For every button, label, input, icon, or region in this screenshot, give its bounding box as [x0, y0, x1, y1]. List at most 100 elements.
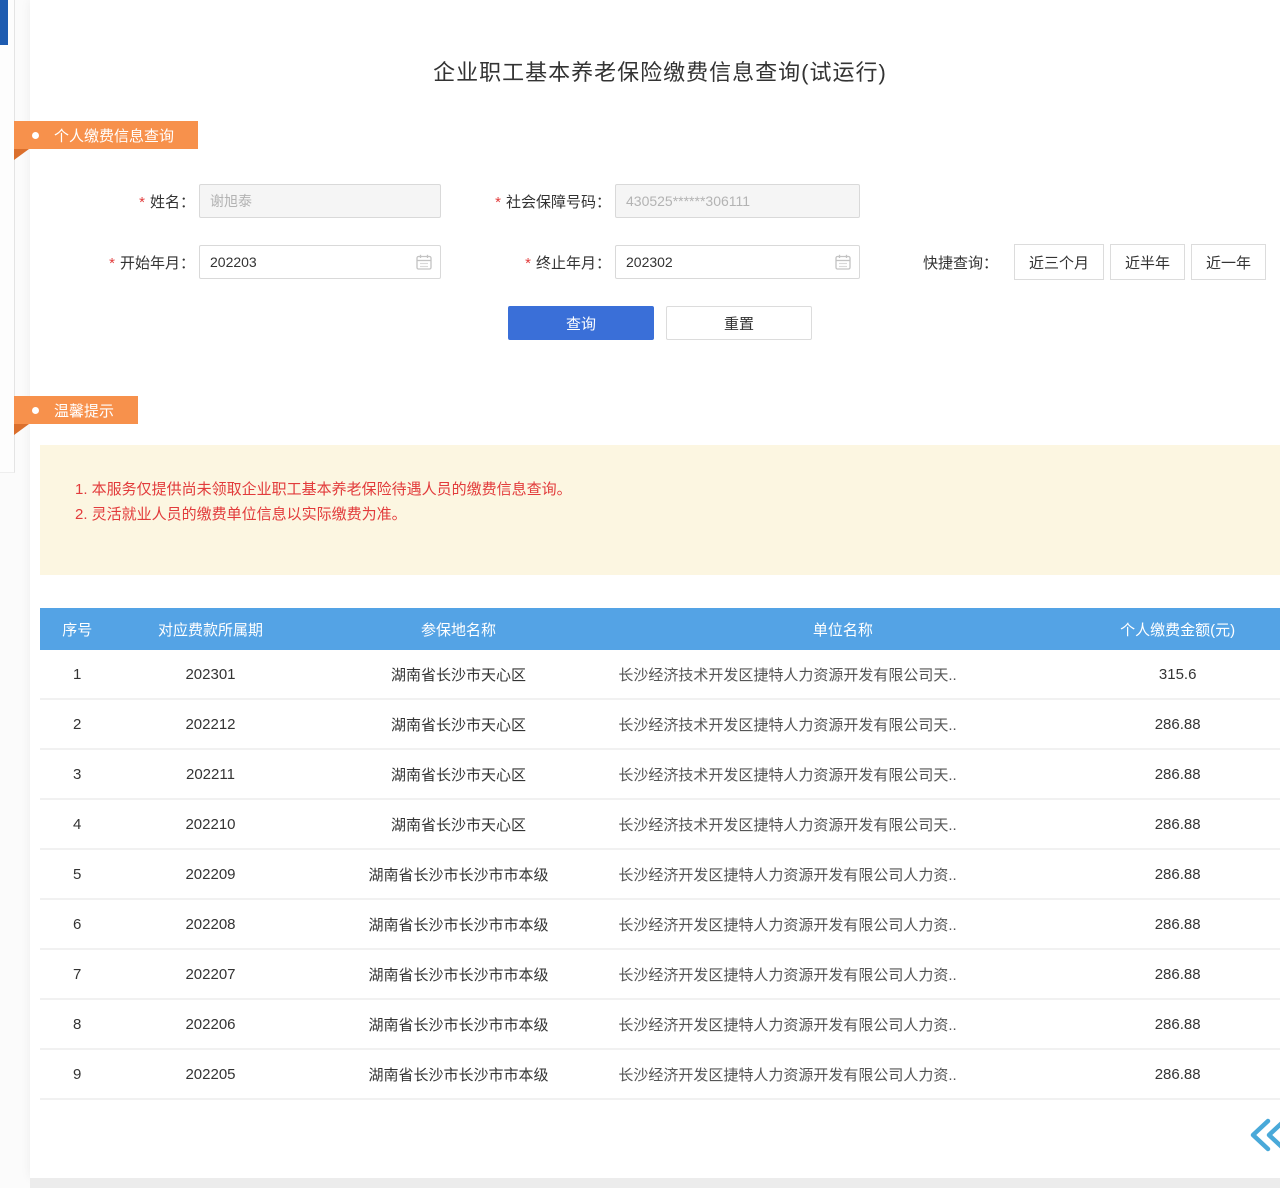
required-asterisk: *	[495, 194, 501, 211]
table-cell: 长沙经济开发区捷特人力资源开发有限公司人力资..	[610, 1014, 1075, 1035]
table-cell: 湖南省长沙市天心区	[307, 814, 611, 835]
ssn-label: *社会保障号码：	[451, 191, 611, 212]
section-title-personal-query: 个人缴费信息查询	[54, 125, 174, 146]
table-cell: 长沙经济开发区捷特人力资源开发有限公司人力资..	[610, 914, 1075, 935]
header-cell: 序号	[40, 619, 114, 640]
table-cell: 7	[40, 966, 114, 983]
tips-box: 1. 本服务仅提供尚未领取企业职工基本养老保险待遇人员的缴费信息查询。2. 灵活…	[40, 445, 1280, 575]
calendar-icon[interactable]	[416, 254, 432, 270]
table-cell: 长沙经济技术开发区捷特人力资源开发有限公司天..	[610, 814, 1075, 835]
table-cell: 湖南省长沙市长沙市市本级	[307, 1014, 611, 1035]
table-row: 4202210湖南省长沙市天心区长沙经济技术开发区捷特人力资源开发有限公司天..…	[40, 800, 1280, 850]
table-cell: 湖南省长沙市天心区	[307, 764, 611, 785]
table-cell: 202207	[114, 966, 306, 983]
quick-query-group: 快捷查询： 近三个月近半年近一年	[923, 244, 1266, 280]
query-form: *姓名： *社会保障号码： *开始年月：	[40, 184, 1280, 340]
section-header-personal-query: 个人缴费信息查询	[14, 121, 198, 149]
quick-query-option-0[interactable]: 近三个月	[1014, 244, 1104, 280]
table-cell: 202211	[114, 766, 306, 783]
tip-line: 2. 灵活就业人员的缴费单位信息以实际缴费为准。	[75, 502, 1260, 527]
section-header-tips: 温馨提示	[14, 396, 138, 424]
table-cell: 长沙经济技术开发区捷特人力资源开发有限公司天..	[610, 764, 1075, 785]
table-cell: 286.88	[1075, 866, 1280, 883]
table-cell: 湖南省长沙市长沙市市本级	[307, 914, 611, 935]
form-row-identity: *姓名： *社会保障号码：	[60, 184, 1280, 218]
table-cell: 202212	[114, 716, 306, 733]
table-cell: 5	[40, 866, 114, 883]
ssn-field: *社会保障号码：	[441, 184, 860, 218]
quick-query-option-2[interactable]: 近一年	[1191, 244, 1266, 280]
end-month-label: *终止年月：	[451, 252, 611, 273]
table-cell: 202210	[114, 816, 306, 833]
table-row: 6202208湖南省长沙市长沙市市本级长沙经济开发区捷特人力资源开发有限公司人力…	[40, 900, 1280, 950]
table-cell: 202206	[114, 1016, 306, 1033]
query-button[interactable]: 查询	[508, 306, 654, 340]
tip-line: 1. 本服务仅提供尚未领取企业职工基本养老保险待遇人员的缴费信息查询。	[75, 477, 1260, 502]
quick-query-label: 快捷查询：	[923, 252, 998, 273]
double-chevron-left-icon[interactable]	[1244, 1116, 1280, 1154]
table-cell: 286.88	[1075, 966, 1280, 983]
table-header-row: 序号对应费款所属期参保地名称单位名称个人缴费金额(元)	[40, 608, 1280, 650]
name-label: *姓名：	[60, 191, 195, 212]
table-cell: 长沙经济技术开发区捷特人力资源开发有限公司天..	[610, 714, 1075, 735]
table-cell: 长沙经济开发区捷特人力资源开发有限公司人力资..	[610, 864, 1075, 885]
bullet-icon	[32, 132, 39, 139]
page-title: 企业职工基本养老保险缴费信息查询(试运行)	[40, 55, 1280, 87]
end-month-input[interactable]	[615, 245, 860, 279]
table-cell: 2	[40, 716, 114, 733]
quick-query-buttons: 近三个月近半年近一年	[1008, 244, 1266, 280]
header-cell: 对应费款所属期	[114, 619, 306, 640]
required-asterisk: *	[139, 194, 145, 211]
header-cell: 个人缴费金额(元)	[1075, 619, 1280, 640]
table-cell: 湖南省长沙市长沙市市本级	[307, 1064, 611, 1085]
table-cell: 202301	[114, 666, 306, 683]
end-month-field: *终止年月：	[441, 245, 860, 279]
left-rail	[0, 0, 15, 473]
blue-accent-bar	[0, 0, 8, 45]
table-cell: 315.6	[1075, 666, 1280, 683]
table-cell: 8	[40, 1016, 114, 1033]
table-cell: 长沙经济开发区捷特人力资源开发有限公司人力资..	[610, 1064, 1075, 1085]
table-body: 1202301湖南省长沙市天心区长沙经济技术开发区捷特人力资源开发有限公司天..…	[40, 650, 1280, 1100]
tips-lines: 1. 本服务仅提供尚未领取企业职工基本养老保险待遇人员的缴费信息查询。2. 灵活…	[75, 477, 1260, 527]
table-cell: 湖南省长沙市长沙市市本级	[307, 964, 611, 985]
table-cell: 9	[40, 1066, 114, 1083]
payment-table: 序号对应费款所属期参保地名称单位名称个人缴费金额(元) 1202301湖南省长沙…	[40, 608, 1280, 1100]
header-cell: 参保地名称	[307, 619, 611, 640]
table-cell: 3	[40, 766, 114, 783]
bullet-icon	[32, 407, 39, 414]
table-cell: 286.88	[1075, 716, 1280, 733]
bottom-strip	[30, 1178, 1280, 1188]
table-cell: 长沙经济技术开发区捷特人力资源开发有限公司天..	[610, 664, 1075, 685]
table-cell: 湖南省长沙市长沙市市本级	[307, 864, 611, 885]
ssn-input[interactable]	[615, 184, 860, 218]
table-cell: 湖南省长沙市天心区	[307, 664, 611, 685]
table-row: 7202207湖南省长沙市长沙市市本级长沙经济开发区捷特人力资源开发有限公司人力…	[40, 950, 1280, 1000]
table-cell: 286.88	[1075, 766, 1280, 783]
table-cell: 286.88	[1075, 1066, 1280, 1083]
table-cell: 202208	[114, 916, 306, 933]
table-cell: 长沙经济开发区捷特人力资源开发有限公司人力资..	[610, 964, 1075, 985]
table-row: 1202301湖南省长沙市天心区长沙经济技术开发区捷特人力资源开发有限公司天..…	[40, 650, 1280, 700]
name-input[interactable]	[199, 184, 441, 218]
table-cell: 286.88	[1075, 816, 1280, 833]
collapse-chevron[interactable]	[40, 1116, 1280, 1159]
table-row: 9202205湖南省长沙市长沙市市本级长沙经济开发区捷特人力资源开发有限公司人力…	[40, 1050, 1280, 1100]
table-cell: 湖南省长沙市天心区	[307, 714, 611, 735]
table-cell: 202209	[114, 866, 306, 883]
reset-button[interactable]: 重置	[666, 306, 812, 340]
table-cell: 1	[40, 666, 114, 683]
table-row: 8202206湖南省长沙市长沙市市本级长沙经济开发区捷特人力资源开发有限公司人力…	[40, 1000, 1280, 1050]
start-month-input[interactable]	[199, 245, 441, 279]
start-month-field: *开始年月：	[60, 245, 441, 279]
main-card: 企业职工基本养老保险缴费信息查询(试运行) 个人缴费信息查询 *姓名： *社会保…	[30, 0, 1280, 1178]
required-asterisk: *	[525, 255, 531, 272]
section-title-tips: 温馨提示	[54, 400, 114, 421]
table-row: 2202212湖南省长沙市天心区长沙经济技术开发区捷特人力资源开发有限公司天..…	[40, 700, 1280, 750]
calendar-icon[interactable]	[835, 254, 851, 270]
quick-query-option-1[interactable]: 近半年	[1110, 244, 1185, 280]
table-cell: 4	[40, 816, 114, 833]
table-row: 3202211湖南省长沙市天心区长沙经济技术开发区捷特人力资源开发有限公司天..…	[40, 750, 1280, 800]
table-cell: 286.88	[1075, 1016, 1280, 1033]
form-buttons: 查询 重置	[40, 306, 1280, 340]
